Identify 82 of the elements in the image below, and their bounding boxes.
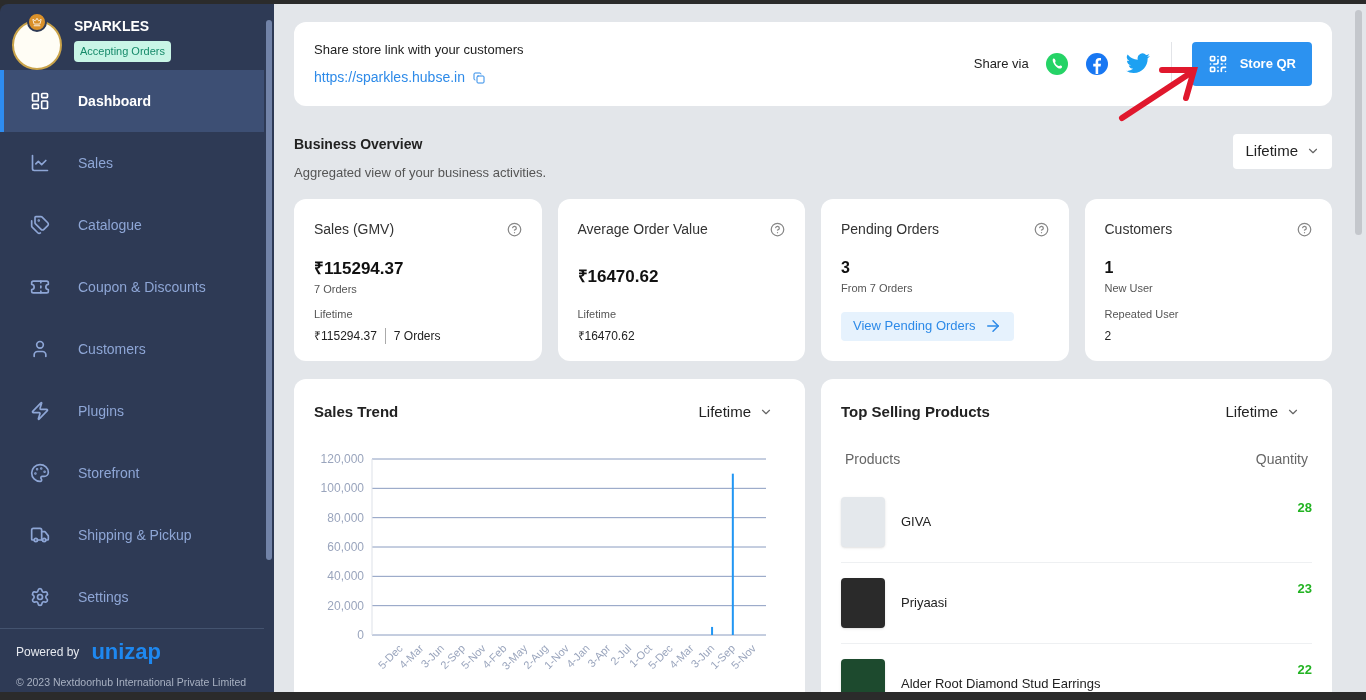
store-link[interactable]: https://sparkles.hubse.in (314, 67, 465, 89)
help-icon[interactable] (506, 221, 522, 237)
stat-caption: 7 Orders (314, 282, 358, 297)
stat-value: ₹16470.62 (577, 265, 660, 288)
stat-title: Customers (1104, 219, 1173, 239)
stat-footer-value: ₹115294.37 (314, 327, 377, 345)
crown-icon (32, 17, 42, 27)
qr-icon (1207, 54, 1228, 74)
status-badge: Accepting Orders (74, 41, 171, 62)
nav-item[interactable]: Dashboard (0, 70, 264, 132)
stat-caption: From 7 Orders (841, 280, 914, 296)
product-quantity: 28 (1297, 499, 1312, 517)
store-logo (12, 20, 62, 70)
card-title: Sales Trend (314, 401, 399, 422)
settings-icon (30, 587, 50, 607)
ticket-icon (30, 277, 50, 297)
lightning-icon (30, 401, 50, 421)
stat-value: ₹115294.37 (314, 257, 405, 280)
product-name: Alder Root Diamond Stud Earrings (901, 675, 1101, 692)
stat-title: Sales (GMV) (314, 219, 395, 239)
nav-item[interactable]: Shipping & Pickup (0, 504, 264, 566)
column-header: Quantity (1255, 450, 1308, 469)
y-tick-label: 60,000 (327, 540, 365, 554)
nav-item[interactable]: Catalogue (0, 194, 264, 256)
period-label: Lifetime (314, 307, 354, 322)
stat-title: Pending Orders (841, 219, 940, 239)
period-dropdown[interactable]: Lifetime (1233, 134, 1332, 169)
dashboard-icon (30, 91, 50, 111)
product-quantity: 23 (1297, 580, 1312, 598)
product-name: GIVA (901, 513, 932, 532)
card-title: Top Selling Products (841, 401, 990, 422)
column-header: Products (845, 450, 901, 469)
section-title: Business Overview (294, 135, 424, 154)
share-heading: Share store link with your customers (314, 40, 524, 59)
y-tick-label: 40,000 (327, 569, 365, 584)
share-via-label: Share via (973, 55, 1029, 74)
powered-by-label: Powered by (16, 644, 80, 661)
product-photo-placeholder (841, 497, 885, 547)
y-tick-label: 0 (357, 628, 365, 642)
stat-footer-label: Repeated User (1104, 307, 1180, 322)
scrollbar[interactable] (266, 20, 272, 560)
y-tick-label: 120,000 (320, 452, 365, 466)
section-subtitle: Aggregated view of your business activities. (294, 164, 547, 182)
help-icon[interactable] (770, 221, 785, 237)
nav-item[interactable]: Settings (0, 566, 264, 628)
copyright-text: © 2023 Nextdoorhub International Private Limited (16, 675, 248, 690)
product-quantity: 22 (1297, 661, 1312, 679)
copy-icon[interactable] (473, 71, 485, 84)
y-tick-label: 80,000 (327, 510, 365, 525)
truck-icon (30, 525, 50, 545)
nav-item[interactable]: Coupon & Discounts (0, 256, 264, 318)
stat-footer-value: 7 Orders (393, 327, 441, 345)
nav-item[interactable]: Sales (0, 132, 264, 194)
y-tick-label: 20,000 (327, 598, 365, 613)
view-pending-orders-button[interactable]: View Pending Orders (841, 311, 1014, 341)
palette-icon (30, 463, 50, 483)
stat-value: 1 (1104, 257, 1115, 278)
nav-item[interactable]: Plugins (0, 380, 264, 442)
whatsapp-icon[interactable] (1044, 52, 1069, 76)
facebook-icon[interactable] (1084, 52, 1109, 76)
period-label: Lifetime (577, 307, 618, 322)
y-tick-label: 100,000 (320, 481, 365, 496)
scrollbar[interactable] (1355, 10, 1362, 235)
product-photo-placeholder (841, 578, 885, 628)
bird-icon[interactable] (1124, 53, 1151, 75)
nav-item[interactable]: Customers (0, 318, 264, 380)
nav-item[interactable]: Storefront (0, 442, 264, 504)
brand-logo: unizap (91, 641, 162, 663)
user-icon (30, 339, 50, 359)
stat-value: 3 (841, 257, 851, 278)
product-name: Priyaasi (901, 594, 948, 613)
stat-footer-value: 2 (1104, 327, 1113, 345)
stat-title: Average Order Value (577, 219, 708, 239)
stat-caption: New User (1104, 280, 1154, 296)
chart-bar (711, 626, 714, 635)
stat-footer-value: ₹16470.62 (577, 327, 635, 345)
store-qr-button[interactable]: Store QR (1191, 42, 1312, 86)
store-name: SPARKLES (74, 17, 151, 36)
help-icon[interactable] (1297, 221, 1312, 237)
chart-icon (30, 153, 50, 173)
help-icon[interactable] (1033, 221, 1049, 237)
tags-icon (30, 215, 50, 235)
